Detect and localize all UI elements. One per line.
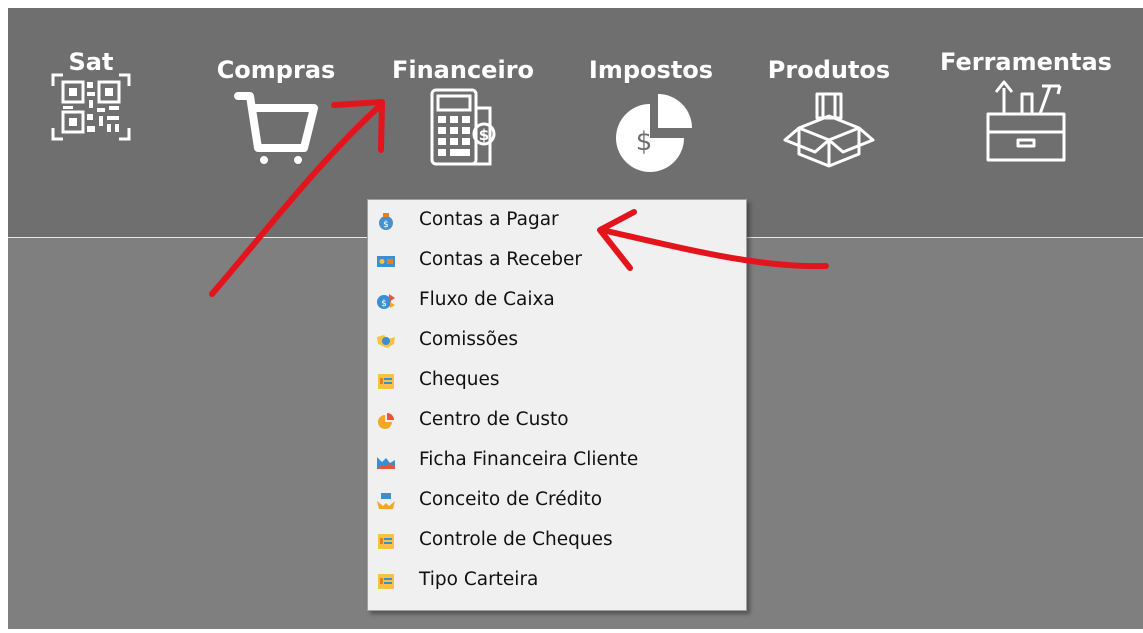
- menu-item-cheques[interactable]: Cheques: [368, 360, 746, 400]
- toolbar-financeiro-button[interactable]: Financeiro $: [378, 56, 548, 168]
- menu-item-centro-de-custo[interactable]: Centro de Custo: [368, 400, 746, 440]
- svg-text:$: $: [636, 127, 653, 157]
- toolbar-sat-button[interactable]: Sat: [46, 48, 136, 142]
- menu-item-label: Fluxo de Caixa: [419, 289, 555, 310]
- toolbar-ferramentas-label: Ferramentas: [940, 48, 1112, 76]
- svg-text:$: $: [383, 220, 389, 230]
- toolbar-compras-label: Compras: [216, 56, 336, 84]
- financeiro-dropdown-menu: $ Contas a Pagar Contas a Receber $ Flux…: [367, 199, 747, 611]
- money-bag-icon: $: [379, 213, 393, 230]
- toolbox-icon: [986, 80, 1066, 162]
- menu-item-label: Cheques: [419, 369, 500, 390]
- app-window: Sat Compras Financeiro $ Impostos $ Prod…: [8, 8, 1143, 629]
- credit-hand-icon: [377, 493, 395, 509]
- toolbar-ferramentas-button[interactable]: Ferramentas: [926, 48, 1126, 164]
- svg-text:$: $: [479, 126, 489, 144]
- box-icon: [783, 92, 875, 168]
- toolbar-produtos-button[interactable]: Produtos: [754, 56, 904, 168]
- cheque-icon: [378, 374, 394, 389]
- menu-item-label: Comissões: [419, 329, 519, 350]
- shopping-cart-icon: [234, 92, 318, 164]
- menu-item-comissoes[interactable]: Comissões: [368, 320, 746, 360]
- menu-item-label: Controle de Cheques: [419, 529, 613, 550]
- menu-item-fluxo-de-caixa[interactable]: $ Fluxo de Caixa: [368, 280, 746, 320]
- cash-icon: [377, 256, 395, 267]
- cheque-control-icon: [378, 534, 394, 549]
- menu-item-controle-de-cheques[interactable]: Controle de Cheques: [368, 520, 746, 560]
- menu-item-label: Conceito de Crédito: [419, 489, 603, 510]
- handshake-icon: [377, 335, 395, 348]
- menu-item-label: Ficha Financeira Cliente: [419, 449, 639, 470]
- calculator-icon: $: [430, 88, 496, 166]
- menu-item-label: Tipo Carteira: [419, 569, 539, 590]
- qr-code-icon: [51, 73, 131, 141]
- toolbar-impostos-label: Impostos: [588, 56, 714, 84]
- cash-flow-icon: $: [377, 294, 395, 309]
- pie-chart-icon: $: [616, 94, 692, 172]
- menu-item-ficha-financeira-cliente[interactable]: Ficha Financeira Cliente: [368, 440, 746, 480]
- wallet-type-icon: [378, 574, 394, 589]
- pie-icon: [378, 413, 394, 429]
- menu-item-contas-a-receber[interactable]: Contas a Receber: [368, 240, 746, 280]
- menu-item-conceito-de-credito[interactable]: Conceito de Crédito: [368, 480, 746, 520]
- menu-item-tipo-carteira[interactable]: Tipo Carteira: [368, 560, 746, 600]
- menu-item-label: Contas a Receber: [419, 249, 582, 270]
- menu-item-contas-a-pagar[interactable]: $ Contas a Pagar: [368, 200, 746, 240]
- menu-item-label: Contas a Pagar: [419, 209, 559, 230]
- toolbar-produtos-label: Produtos: [767, 56, 891, 84]
- menu-item-label: Centro de Custo: [419, 409, 569, 430]
- toolbar-financeiro-label: Financeiro: [391, 56, 535, 84]
- area-chart-icon: [377, 457, 395, 469]
- toolbar-compras-button[interactable]: Compras: [204, 56, 348, 166]
- toolbar-impostos-button[interactable]: Impostos $: [576, 56, 726, 172]
- svg-text:$: $: [381, 299, 387, 309]
